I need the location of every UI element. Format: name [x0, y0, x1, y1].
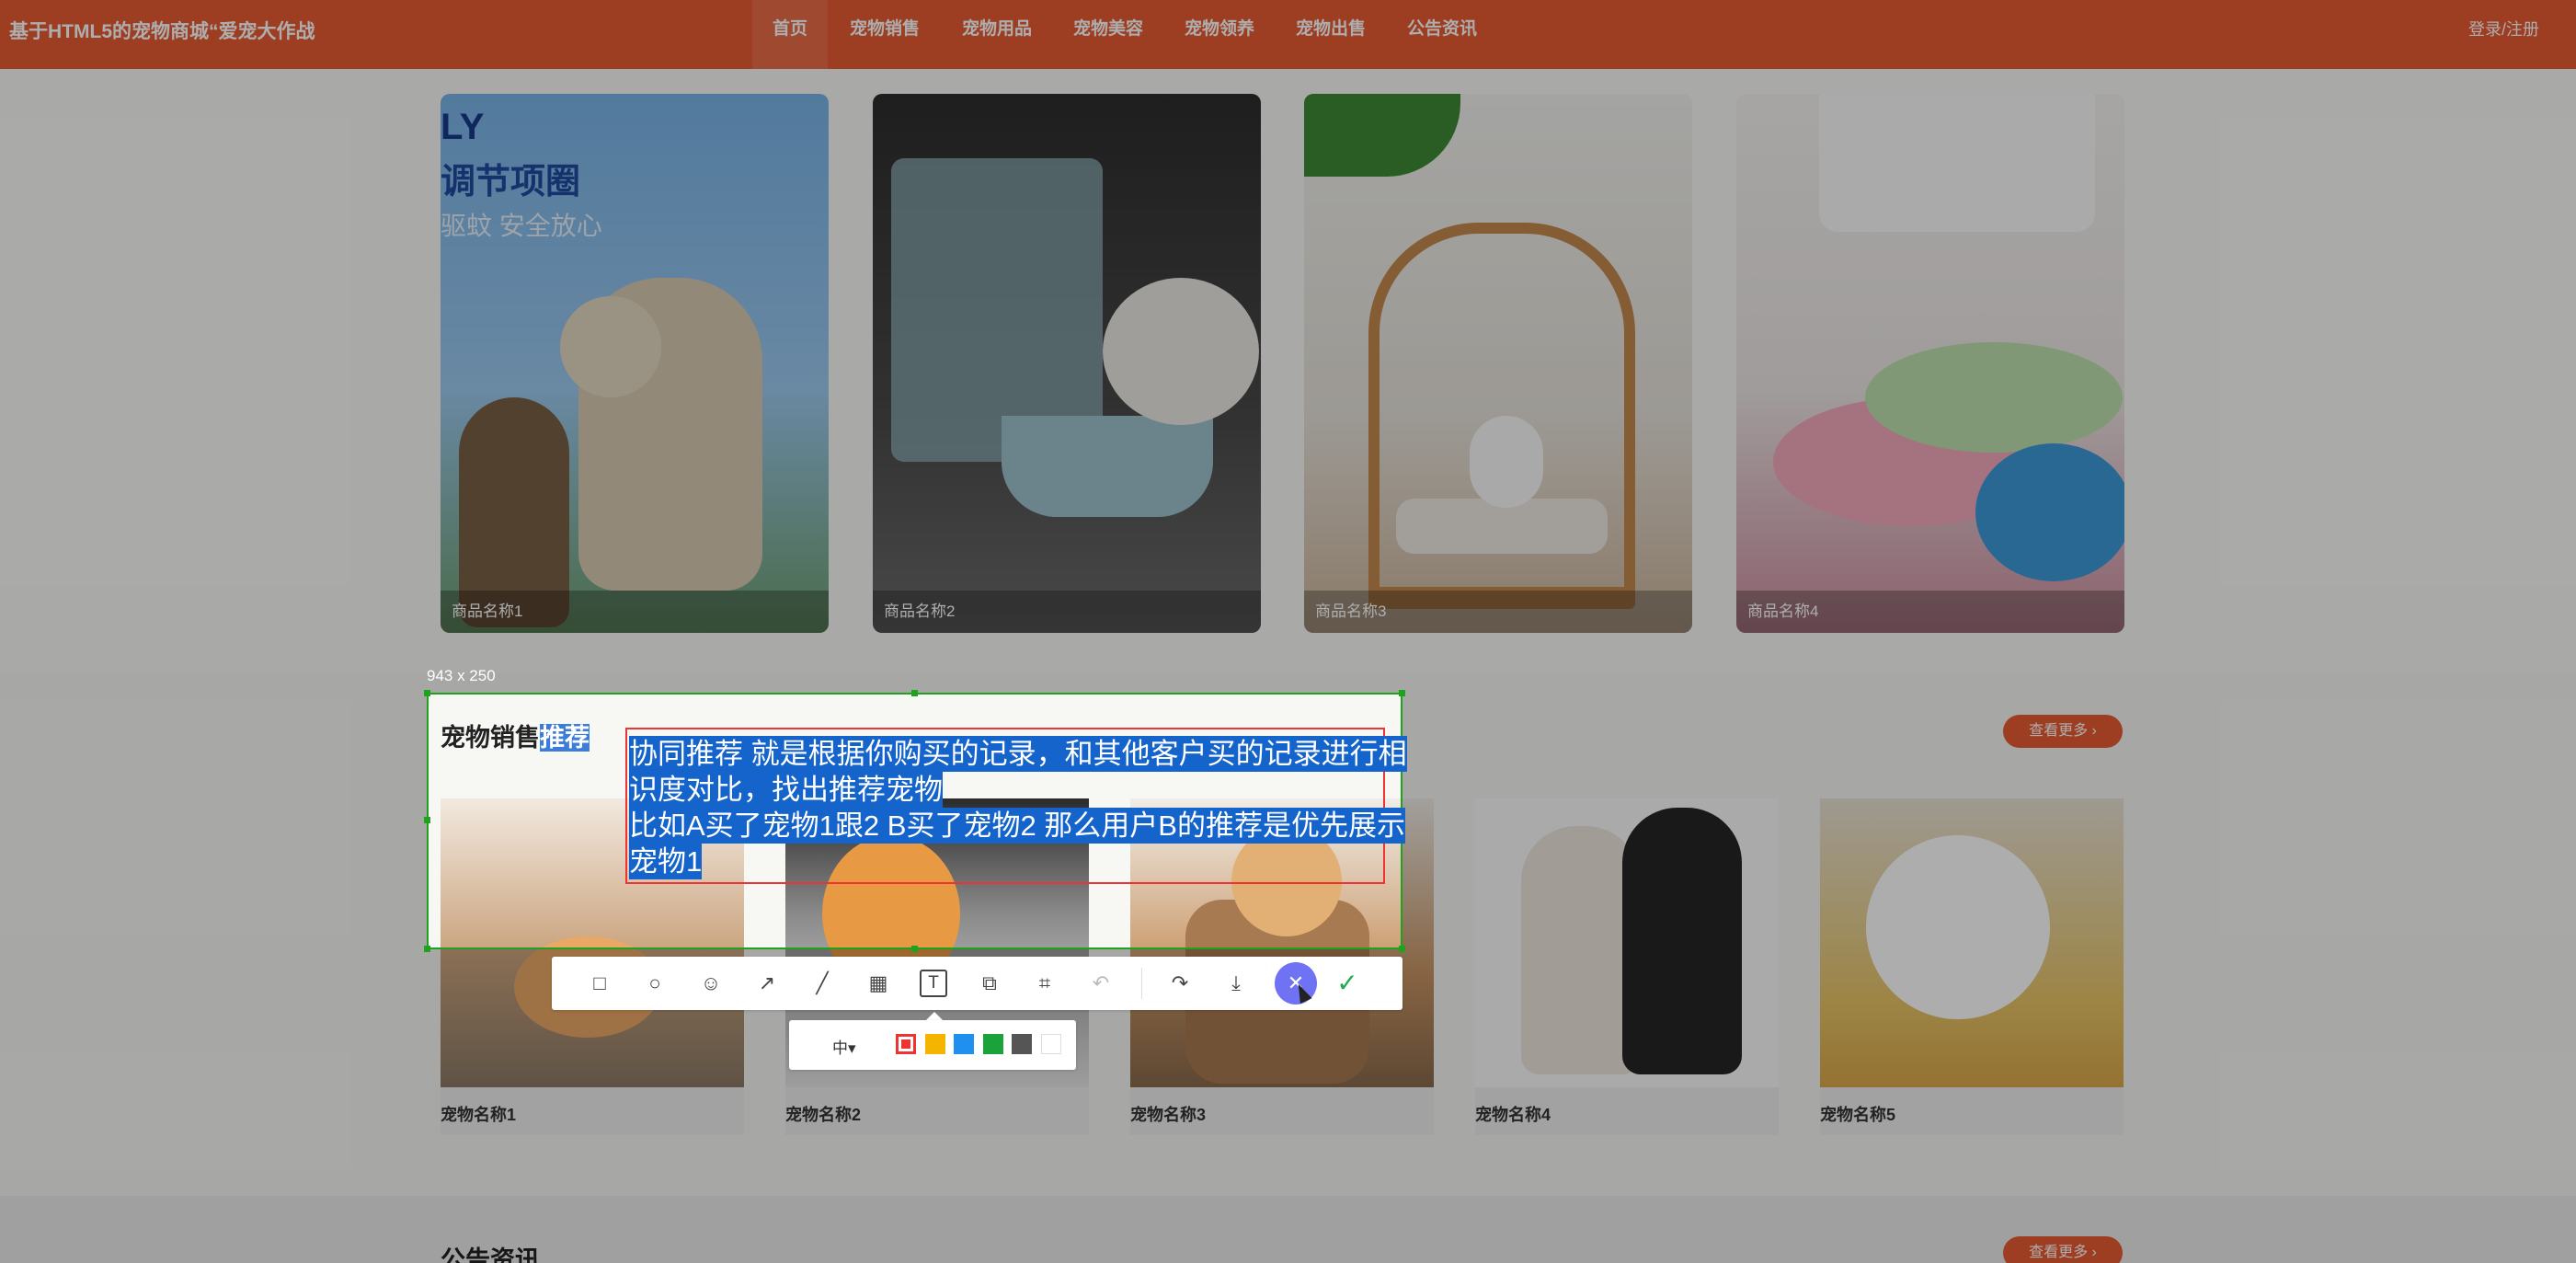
ellipse-icon[interactable]: ○ — [637, 966, 672, 1001]
color-swatch-green[interactable] — [983, 1034, 1003, 1054]
color-swatch-gray[interactable] — [1012, 1034, 1032, 1054]
resize-handle[interactable] — [911, 690, 918, 696]
resize-handle[interactable] — [1399, 946, 1405, 952]
selection-size-label: 943 x 250 — [427, 667, 496, 684]
overlay-dim-top — [0, 0, 2576, 693]
toolbar-divider — [1141, 968, 1142, 999]
mosaic-icon[interactable]: ▦ — [861, 966, 896, 1001]
arrow-icon[interactable]: ↗ — [750, 966, 784, 1001]
overlay-dim-left — [0, 693, 427, 949]
resize-handle[interactable] — [424, 946, 430, 952]
confirm-icon[interactable]: ✓ — [1330, 966, 1365, 1001]
font-size-select[interactable]: 中▾ — [832, 1035, 856, 1058]
undo-icon[interactable]: ↶ — [1083, 966, 1118, 1001]
color-swatch-red[interactable] — [896, 1034, 916, 1054]
resize-handle[interactable] — [424, 817, 430, 823]
emoji-icon[interactable]: ☺ — [693, 966, 728, 1001]
annotation-line: 宠物1 — [629, 844, 703, 879]
rectangle-icon[interactable]: □ — [582, 966, 617, 1001]
color-swatch-yellow[interactable] — [925, 1034, 945, 1054]
ocr-icon[interactable]: ⌗ — [1027, 966, 1062, 1001]
download-icon[interactable]: ⤓ — [1219, 966, 1254, 1001]
annotation-line: 比如A买了宠物1跟2 B买了宠物2 那么用户B的推荐是优先展示 — [629, 808, 1405, 844]
color-swatch-white[interactable] — [1041, 1034, 1061, 1054]
resize-handle[interactable] — [911, 946, 918, 952]
resize-handle[interactable] — [1399, 690, 1405, 696]
color-swatch-blue[interactable] — [954, 1034, 974, 1054]
pen-icon[interactable]: ╱ — [805, 966, 840, 1001]
text-icon[interactable]: T — [920, 970, 947, 997]
overlay-dim-right — [1402, 693, 2576, 949]
annotation-line: 协同推荐 就是根据你购买的记录，和其他客户买的记录进行相 — [629, 736, 1407, 772]
share-icon[interactable]: ↷ — [1162, 966, 1197, 1001]
resize-handle[interactable] — [424, 690, 430, 696]
annotation-line: 识度对比，找出推荐宠物 — [629, 772, 943, 808]
pin-icon[interactable]: ⧉ — [972, 966, 1007, 1001]
